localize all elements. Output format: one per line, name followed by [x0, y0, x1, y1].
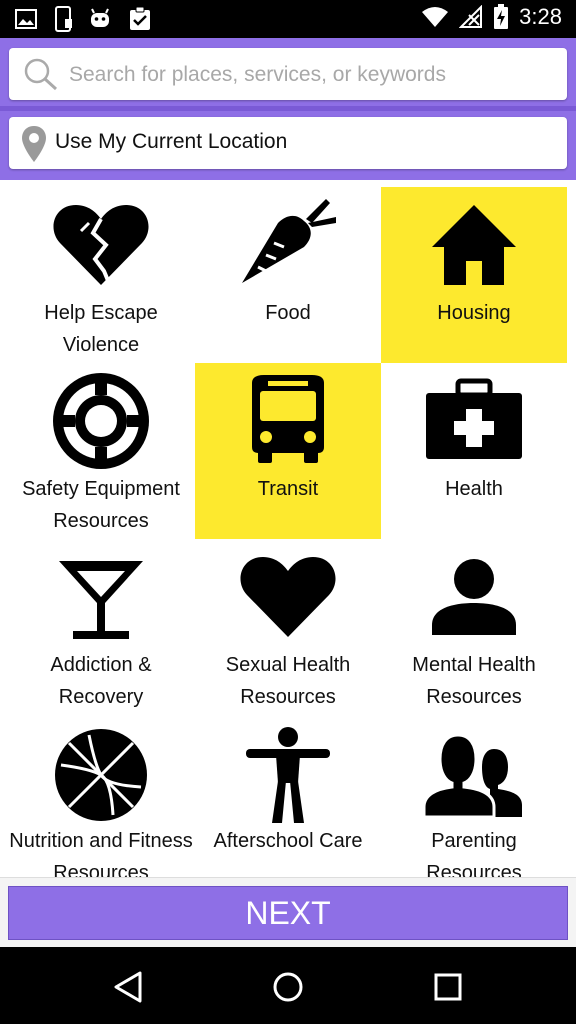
category-food[interactable]: Food [195, 187, 381, 363]
clipboard-check-icon [128, 6, 152, 32]
category-addiction-recovery[interactable]: Addiction & Recovery [8, 539, 194, 715]
back-icon[interactable] [98, 967, 158, 1007]
location-label: Use My Current Location [55, 130, 288, 153]
first-aid-kit-icon [424, 373, 524, 465]
category-grid: Help Escape Violence Food Housing Safety… [8, 187, 568, 877]
heart-icon [238, 549, 338, 641]
category-label: Addiction & Recovery [50, 654, 152, 708]
category-parenting-resources[interactable]: Parenting Resources [381, 715, 567, 877]
category-mental-health-resources[interactable]: Mental Health Resources [381, 539, 567, 715]
clock-time: 3:28 [519, 4, 562, 29]
phone-icon [54, 6, 72, 32]
category-sexual-health-resources[interactable]: Sexual Health Resources [195, 539, 381, 715]
carrot-icon [238, 197, 338, 289]
status-bar: 3:28 [0, 0, 576, 38]
category-afterschool-care[interactable]: Afterschool Care [195, 715, 381, 877]
broken-heart-icon [51, 197, 151, 289]
category-housing[interactable]: Housing [381, 187, 567, 363]
category-label: Food [265, 302, 311, 324]
battery-charging-icon [493, 4, 509, 30]
system-navigation-bar [0, 947, 576, 1024]
search-input[interactable] [67, 48, 561, 102]
search-icon [21, 56, 61, 97]
image-icon [14, 8, 38, 30]
child-figure-icon [238, 725, 338, 823]
recents-icon[interactable] [418, 967, 478, 1007]
category-label: Help Escape Violence [44, 302, 158, 356]
wifi-icon [421, 5, 449, 29]
category-label: Sexual Health Resources [225, 654, 351, 708]
header-divider [0, 106, 576, 111]
life-ring-icon [51, 373, 151, 469]
category-transit[interactable]: Transit [195, 363, 381, 539]
category-label: Transit [257, 478, 319, 500]
home-icon[interactable] [258, 967, 318, 1007]
two-people-icon [422, 725, 524, 819]
use-current-location-button[interactable]: Use My Current Location [9, 117, 567, 169]
category-label: Safety Equipment Resources [22, 478, 180, 532]
android-icon [88, 7, 112, 31]
category-health[interactable]: Health [381, 363, 567, 539]
basketball-icon [51, 725, 151, 821]
house-icon [424, 197, 524, 289]
cocktail-glass-icon [51, 549, 151, 641]
category-help-escape-violence[interactable]: Help Escape Violence [8, 187, 194, 363]
next-button[interactable]: NEXT [8, 886, 568, 940]
search-header: Use My Current Location [0, 38, 576, 180]
category-nutrition-fitness-resources[interactable]: Nutrition and Fitness Resources [8, 715, 194, 877]
category-label: Nutrition and Fitness Resources [9, 830, 193, 877]
category-label: Mental Health Resources [412, 654, 536, 708]
category-safety-equipment-resources[interactable]: Safety Equipment Resources [8, 363, 194, 539]
location-pin-icon [21, 125, 47, 168]
footer-bar: NEXT [0, 877, 576, 948]
no-signal-icon [459, 5, 483, 29]
bus-icon [238, 373, 338, 465]
category-label: Housing [437, 302, 511, 324]
category-label: Afterschool Care [213, 830, 363, 852]
search-bar[interactable] [9, 48, 567, 102]
category-label: Health [445, 478, 503, 500]
person-icon [424, 549, 524, 641]
category-label: Parenting Resources [426, 830, 522, 877]
